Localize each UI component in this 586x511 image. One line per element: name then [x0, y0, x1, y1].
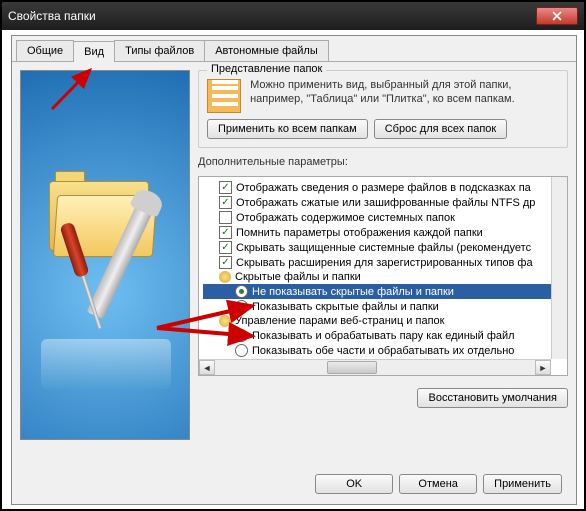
- right-column: Представление папок Можно применить вид,…: [198, 70, 568, 440]
- tab-general[interactable]: Общие: [16, 40, 74, 61]
- scroll-thumb[interactable]: [327, 361, 377, 374]
- folder-views-icon: [207, 79, 241, 113]
- list-item[interactable]: Помнить параметры отображения каждой пап…: [203, 225, 564, 240]
- tab-filetypes[interactable]: Типы файлов: [114, 40, 205, 61]
- window-title: Свойства папки: [8, 9, 96, 23]
- list-item[interactable]: Отображать содержимое системных папок: [203, 210, 564, 225]
- advanced-settings-list[interactable]: Отображать сведения о размере файлов в п…: [198, 176, 568, 376]
- list-item[interactable]: Скрывать защищенные системные файлы (рек…: [203, 240, 564, 255]
- scroll-left-icon[interactable]: ◄: [199, 360, 215, 375]
- list-item-selected[interactable]: Не показывать скрытые файлы и папки: [203, 284, 564, 299]
- checkbox-icon[interactable]: [219, 256, 232, 269]
- list-item[interactable]: Отображать сжатые или зашифрованные файл…: [203, 195, 564, 210]
- radio-icon[interactable]: [235, 300, 248, 313]
- tab-offline[interactable]: Автономные файлы: [204, 40, 329, 61]
- close-icon: [552, 11, 562, 21]
- tab-view[interactable]: Вид: [73, 41, 115, 62]
- tab-strip: Общие Вид Типы файлов Автономные файлы: [12, 36, 576, 62]
- checkbox-icon[interactable]: [219, 211, 232, 224]
- list-item[interactable]: Скрывать расширения для зарегистрированн…: [203, 255, 564, 270]
- group-node-icon: [219, 271, 231, 283]
- radio-icon[interactable]: [235, 285, 248, 298]
- checkbox-icon[interactable]: [219, 226, 232, 239]
- window-frame: Свойства папки Общие Вид Типы файлов Авт…: [0, 0, 586, 511]
- restore-defaults-button[interactable]: Восстановить умолчания: [417, 388, 568, 408]
- checkbox-icon[interactable]: [219, 181, 232, 194]
- radio-icon[interactable]: [235, 344, 248, 357]
- list-item[interactable]: Отображать сведения о размере файлов в п…: [203, 180, 564, 195]
- group-desc: Можно применить вид, выбранный для этой …: [250, 79, 530, 107]
- close-button[interactable]: [536, 7, 578, 25]
- apply-to-all-button[interactable]: Применить ко всем папкам: [207, 119, 368, 139]
- list-item[interactable]: Показывать обе части и обрабатывать их о…: [203, 343, 564, 358]
- cancel-button[interactable]: Отмена: [399, 474, 477, 494]
- checkbox-icon[interactable]: [219, 241, 232, 254]
- tray-icon: [41, 339, 171, 389]
- sidebar-illustration: [20, 70, 190, 440]
- dialog-footer: OK Отмена Применить: [315, 474, 562, 494]
- scroll-right-icon[interactable]: ►: [535, 360, 551, 375]
- list-group[interactable]: Скрытые файлы и папки: [203, 270, 564, 284]
- dialog-body: Общие Вид Типы файлов Автономные файлы: [11, 35, 577, 505]
- ok-button[interactable]: OK: [315, 474, 393, 494]
- group-buttons: Применить ко всем папкам Сброс для всех …: [207, 119, 559, 139]
- reset-all-button[interactable]: Сброс для всех папок: [374, 119, 508, 139]
- restore-row: Восстановить умолчания: [198, 388, 568, 408]
- scroll-track[interactable]: [215, 360, 535, 375]
- advanced-label: Дополнительные параметры:: [198, 156, 568, 168]
- vertical-scrollbar[interactable]: [551, 177, 567, 359]
- title-bar: Свойства папки: [2, 2, 584, 30]
- group-title: Представление папок: [207, 63, 326, 75]
- group-node-icon: [219, 315, 231, 327]
- list-item[interactable]: Показывать и обрабатывать пару как едины…: [203, 328, 564, 343]
- list-group[interactable]: Управление парами веб-страниц и папок: [203, 314, 564, 328]
- folder-views-group: Представление папок Можно применить вид,…: [198, 70, 568, 148]
- horizontal-scrollbar[interactable]: ◄ ►: [199, 359, 551, 375]
- list-item[interactable]: Показывать скрытые файлы и папки: [203, 299, 564, 314]
- titlebar-controls: [536, 7, 578, 25]
- checkbox-icon[interactable]: [219, 196, 232, 209]
- apply-button[interactable]: Применить: [483, 474, 562, 494]
- radio-icon[interactable]: [235, 329, 248, 342]
- tab-content: Представление папок Можно применить вид,…: [12, 62, 576, 448]
